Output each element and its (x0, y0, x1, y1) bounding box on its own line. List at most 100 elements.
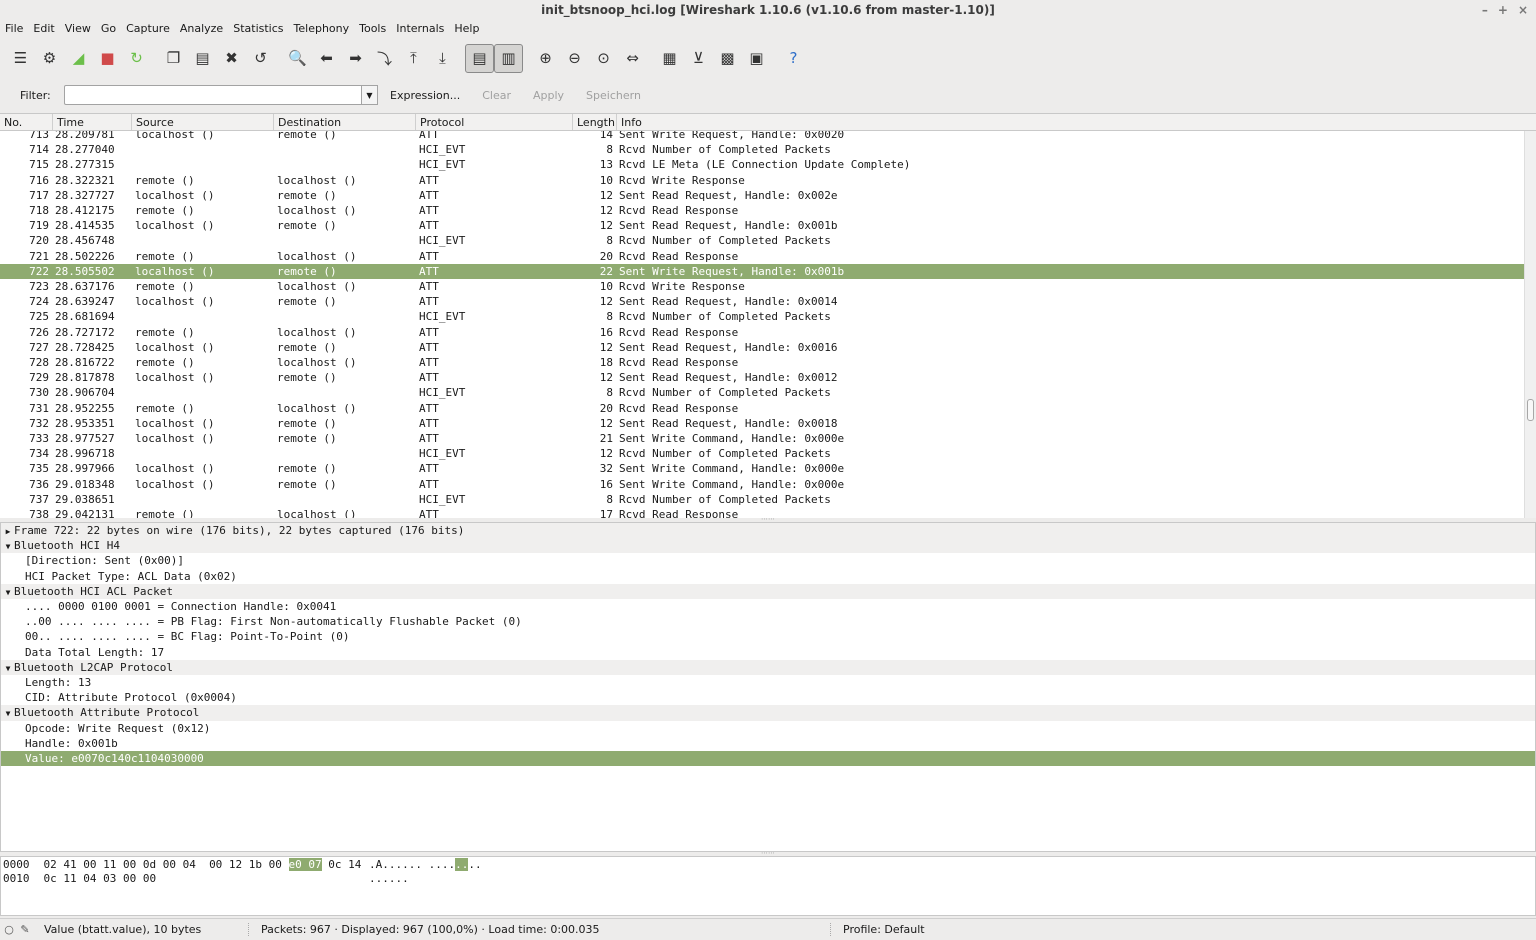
detail-field[interactable]: [Direction: Sent (0x00)] (1, 553, 1535, 568)
packet-row[interactable]: 720 28.456748 HCI_EVT 8 Rcvd Number of Compl… (0, 233, 1524, 248)
packet-row[interactable]: 722 28.505502 localhost () remote () ATT 22 Se… (0, 263, 1524, 279)
menu-telephony[interactable]: Telephony (294, 20, 350, 38)
filter-dropdown-button[interactable]: ▼ (362, 85, 378, 105)
detail-field[interactable]: .... 0000 0100 0001 = Connection Handle:… (1, 599, 1535, 614)
detail-field[interactable]: Data Total Length: 17 (1, 645, 1535, 660)
zoom-out-button[interactable]: ⊖ (560, 44, 589, 73)
packet-row[interactable]: 733 28.977527 localhost () remote () ATT 21 Se… (0, 431, 1524, 446)
help-button[interactable]: ? (779, 44, 808, 73)
save-filter-button[interactable]: Speichern (582, 89, 645, 102)
column-header-info[interactable]: Info (617, 114, 1536, 130)
packet-row[interactable]: 727 28.728425 localhost () remote () ATT 12 Se… (0, 340, 1524, 355)
maximize-icon[interactable]: + (1498, 0, 1508, 20)
coloring-rules-button[interactable]: ▩ (713, 44, 742, 73)
zoom-normal-button[interactable]: ⊙ (589, 44, 618, 73)
options-button[interactable]: ⚙ (35, 44, 64, 73)
menu-view[interactable]: View (65, 20, 91, 38)
packet-row[interactable]: 716 28.322321 remote () localhost () ATT 10 Rc… (0, 173, 1524, 188)
menu-analyze[interactable]: Analyze (180, 20, 223, 38)
packet-row[interactable]: 715 28.277315 HCI_EVT 13 Rcvd LE Meta (LE Co… (0, 157, 1524, 172)
resize-columns-button[interactable]: ⇔ (618, 44, 647, 73)
expanded-triangle-icon[interactable]: ▼ (2, 539, 14, 554)
close-window-icon[interactable]: × (1518, 0, 1528, 20)
detail-section[interactable]: ▼ Bluetooth HCI ACL Packet (1, 583, 1535, 600)
detail-section[interactable]: ▼ Bluetooth Attribute Protocol (1, 705, 1535, 721)
scrollbar-thumb[interactable] (1527, 399, 1534, 421)
packet-row[interactable]: 731 28.952255 remote () localhost () ATT 20 Rc… (0, 401, 1524, 416)
packet-row[interactable]: 714 28.277040 HCI_EVT 8 Rcvd Number of Compl… (0, 142, 1524, 157)
menu-internals[interactable]: Internals (396, 20, 444, 38)
packet-row[interactable]: 725 28.681694 HCI_EVT 8 Rcvd Number of Compl… (0, 309, 1524, 324)
packet-row[interactable]: 721 28.502226 remote () localhost () ATT 20 Rc… (0, 249, 1524, 264)
interfaces-button[interactable]: ☰ (6, 44, 35, 73)
zoom-in-button[interactable]: ⊕ (531, 44, 560, 73)
packet-row[interactable]: 734 28.996718 HCI_EVT 12 Rcvd Number of Comp… (0, 446, 1524, 461)
packet-row[interactable]: 719 28.414535 localhost () remote () ATT 12 Se… (0, 218, 1524, 233)
column-header-no[interactable]: No. (0, 114, 53, 130)
expression-button[interactable]: Expression... (386, 89, 464, 102)
first-packet-button[interactable]: ⤒ (399, 44, 428, 73)
expanded-triangle-icon[interactable]: ▼ (2, 585, 14, 600)
menu-help[interactable]: Help (454, 20, 479, 38)
find-packet-button[interactable]: 🔍 (283, 44, 312, 73)
detail-section[interactable]: ▼ Bluetooth L2CAP Protocol (1, 659, 1535, 676)
detail-field[interactable]: Length: 13 (1, 675, 1535, 690)
packet-row[interactable]: 736 29.018348 localhost () remote () ATT 16 Se… (0, 477, 1524, 492)
go-forward-button[interactable]: ➡ (341, 44, 370, 73)
clear-button[interactable]: Clear (478, 89, 515, 102)
packet-row[interactable]: 730 28.906704 HCI_EVT 8 Rcvd Number of Compl… (0, 385, 1524, 400)
menu-edit[interactable]: Edit (33, 20, 54, 38)
column-header-source[interactable]: Source (132, 114, 274, 130)
status-profile[interactable]: Profile: Default (830, 923, 925, 936)
detail-section[interactable]: ▶ Frame 722: 22 bytes on wire (176 bits),… (1, 523, 1535, 539)
column-header-protocol[interactable]: Protocol (416, 114, 573, 130)
menu-statistics[interactable]: Statistics (233, 20, 283, 38)
expert-info-icon[interactable]: ○ (2, 923, 16, 936)
detail-field[interactable]: Opcode: Write Request (0x12) (1, 721, 1535, 736)
go-to-packet-button[interactable]: ⤵ (370, 44, 399, 73)
detail-field[interactable]: Value: e0070c140c1104030000 (1, 751, 1535, 767)
detail-section[interactable]: ▼ Bluetooth HCI H4 (1, 538, 1535, 554)
minimize-icon[interactable]: – (1482, 0, 1488, 20)
column-header-length[interactable]: Length (573, 114, 617, 130)
stop-capture-button[interactable]: ■ (93, 44, 122, 73)
open-file-button[interactable]: ❐ (159, 44, 188, 73)
menu-go[interactable]: Go (101, 20, 116, 38)
reload-file-button[interactable]: ↺ (246, 44, 275, 73)
close-file-button[interactable]: ✖ (217, 44, 246, 73)
capture-comment-icon[interactable]: ✎ (18, 923, 32, 936)
menu-capture[interactable]: Capture (126, 20, 170, 38)
collapsed-triangle-icon[interactable]: ▶ (2, 524, 14, 539)
start-capture-button[interactable]: ◢ (64, 44, 93, 73)
packet-row[interactable]: 732 28.953351 localhost () remote () ATT 12 Se… (0, 416, 1524, 431)
preferences-button[interactable]: ▣ (742, 44, 771, 73)
save-file-button[interactable]: ▤ (188, 44, 217, 73)
packet-row[interactable]: 735 28.997966 localhost () remote () ATT 32 Se… (0, 461, 1524, 476)
hex-row[interactable]: 0010 0c 11 04 03 00 00...... (3, 872, 409, 886)
packet-row[interactable]: 737 29.038651 HCI_EVT 8 Rcvd Number of Compl… (0, 492, 1524, 507)
go-back-button[interactable]: ⬅ (312, 44, 341, 73)
display-filters-button[interactable]: ⊻ (684, 44, 713, 73)
packet-row[interactable]: 718 28.412175 remote () localhost () ATT 12 Rc… (0, 203, 1524, 218)
auto-scroll-button[interactable]: ▥ (494, 43, 523, 73)
packet-row[interactable]: 729 28.817878 localhost () remote () ATT 12 Se… (0, 370, 1524, 385)
last-packet-button[interactable]: ⤓ (428, 44, 457, 73)
detail-field[interactable]: ..00 .... .... .... = PB Flag: First Non… (1, 614, 1535, 629)
packet-row[interactable]: 724 28.639247 localhost () remote () ATT 12 Se… (0, 294, 1524, 309)
detail-field[interactable]: HCI Packet Type: ACL Data (0x02) (1, 569, 1535, 584)
capture-filters-button[interactable]: ▦ (655, 44, 684, 73)
expanded-triangle-icon[interactable]: ▼ (2, 706, 14, 721)
hex-row[interactable]: 0000 02 41 00 11 00 0d 00 04 00 12 1b 00 … (3, 858, 482, 872)
expanded-triangle-icon[interactable]: ▼ (2, 661, 14, 676)
filter-input[interactable] (64, 85, 362, 105)
detail-field[interactable]: CID: Attribute Protocol (0x0004) (1, 690, 1535, 705)
column-header-destination[interactable]: Destination (274, 114, 416, 130)
column-header-time[interactable]: Time (53, 114, 132, 130)
packet-row[interactable]: 717 28.327727 localhost () remote () ATT 12 Se… (0, 188, 1524, 203)
colorize-button[interactable]: ▤ (465, 43, 494, 73)
packet-row[interactable]: 726 28.727172 remote () localhost () ATT 16 Rc… (0, 325, 1524, 340)
packet-row[interactable]: 713 28.209781 localhost () remote () ATT 14 Se… (0, 131, 1524, 142)
packet-row[interactable]: 728 28.816722 remote () localhost () ATT 18 Rc… (0, 355, 1524, 370)
packet-row[interactable]: 723 28.637176 remote () localhost () ATT 10 Rc… (0, 279, 1524, 294)
detail-field[interactable]: Handle: 0x001b (1, 736, 1535, 751)
